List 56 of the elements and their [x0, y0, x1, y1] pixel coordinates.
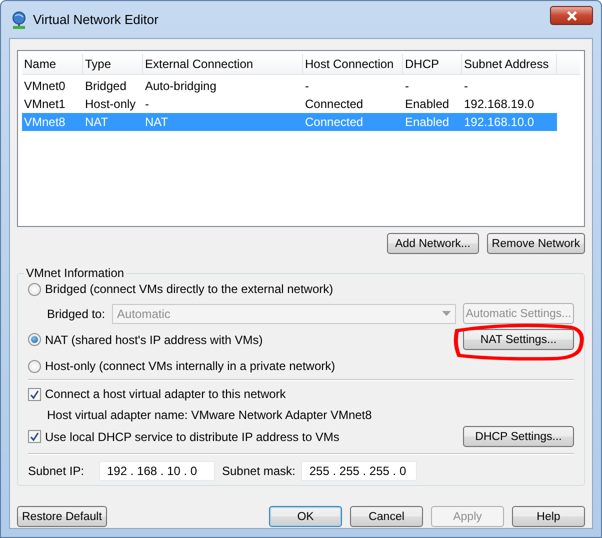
- column-header[interactable]: DHCP: [403, 54, 462, 74]
- nat-settings-button[interactable]: NAT Settings...: [463, 329, 574, 350]
- column-header[interactable]: Host Connection: [303, 54, 403, 74]
- bridged-to-label: Bridged to:: [47, 306, 106, 320]
- dialog-button[interactable]: OK: [269, 506, 342, 527]
- close-icon: [566, 10, 578, 20]
- checkbox[interactable]: [28, 388, 41, 400]
- subnet-ip-label: Subnet IP:: [28, 464, 86, 478]
- table-cell-text: VMnet0: [23, 79, 66, 93]
- radio-label: Host-only (connect VMs internally in a private network): [45, 359, 336, 373]
- radio-button[interactable]: [28, 282, 41, 296]
- table-cell-text: 192.168.19.0: [463, 97, 536, 111]
- add-network-button[interactable]: Add Network...: [386, 233, 479, 254]
- table-cell-text: Connected: [304, 97, 364, 111]
- network-globe-icon: [11, 10, 27, 28]
- window-title: Virtual Network Editor: [33, 12, 158, 27]
- dialog-button[interactable]: Help: [512, 506, 585, 527]
- checkbox-label: Use local DHCP service to distribute IP address to VMs: [45, 430, 340, 444]
- radio-label: Bridged (connect VMs directly to the external network): [45, 282, 334, 296]
- table-cell-text: Auto-bridging: [144, 79, 218, 93]
- radio-label: NAT (shared host's IP address with VMs): [45, 332, 263, 346]
- column-header[interactable]: Name: [22, 54, 83, 74]
- table-cell-text: VMnet1: [23, 97, 66, 111]
- restore-default-button[interactable]: Restore Default: [17, 506, 107, 527]
- column-header[interactable]: Type: [83, 54, 143, 74]
- table-cell-text: -: [404, 79, 410, 93]
- checkbox[interactable]: [28, 430, 41, 443]
- table-cell-text: VMnet8: [23, 115, 66, 129]
- radio-button[interactable]: [28, 333, 41, 346]
- table-cell-text: -: [463, 79, 469, 93]
- table-cell-text: Enabled: [404, 97, 450, 111]
- table-cell-text: 192.168.10.0: [463, 115, 536, 129]
- group-title: VMnet Information: [24, 266, 126, 280]
- column-header[interactable]: External Connection: [143, 54, 303, 74]
- table-cell-text: Bridged: [84, 79, 128, 93]
- table-cell-text: NAT: [84, 115, 110, 129]
- dialog-button[interactable]: Cancel: [350, 506, 423, 527]
- radio-button[interactable]: [28, 360, 41, 372]
- close-button[interactable]: [550, 6, 593, 25]
- table-cell-text: NAT: [144, 115, 170, 129]
- subnet-mask-label: Subnet mask:: [222, 464, 296, 478]
- subnet-ip-field[interactable]: 192 . 168 . 10 . 0: [99, 461, 215, 481]
- table-cell-text: Connected: [304, 115, 364, 129]
- checkbox-label: Connect a host virtual adapter to this network: [45, 387, 286, 401]
- table-cell-text: -: [304, 79, 310, 93]
- table-cell-text: Host-only: [84, 97, 137, 111]
- network-row[interactable]: VMnet0 Bridged Auto-bridging - - -: [22, 77, 580, 95]
- caret-icon: [442, 311, 452, 316]
- subnet-mask-field[interactable]: 255 . 255 . 255 . 0: [301, 461, 418, 481]
- remove-network-button[interactable]: Remove Network: [486, 233, 585, 254]
- table-cell-text: -: [144, 97, 150, 111]
- table-cell-text: Enabled: [404, 115, 450, 129]
- adapter-name-text: Host virtual adapter name: VMware Network Adapter VMnet8: [46, 408, 373, 422]
- network-row[interactable]: VMnet1 Host-only - Connected Enabled 192.168.19.0: [22, 95, 580, 113]
- column-header[interactable]: Subnet Address: [462, 54, 557, 74]
- dhcp-settings-button[interactable]: DHCP Settings...: [463, 426, 574, 447]
